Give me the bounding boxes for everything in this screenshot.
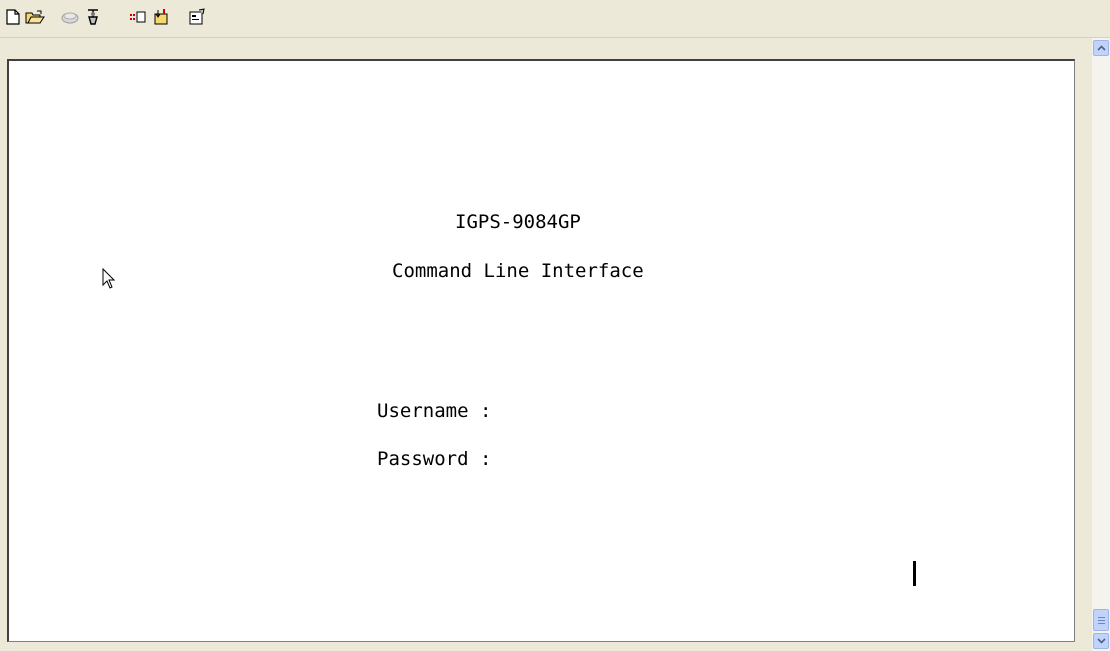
- scroll-up-button[interactable]: [1093, 40, 1109, 56]
- text-cursor: [913, 561, 916, 586]
- chevron-up-icon: [1096, 45, 1106, 51]
- disconnect-icon[interactable]: [59, 6, 81, 28]
- send-icon[interactable]: [127, 6, 149, 28]
- chevron-down-icon: [1096, 638, 1106, 644]
- mouse-pointer-icon: [102, 267, 116, 294]
- properties-icon[interactable]: [186, 6, 208, 28]
- new-document-icon[interactable]: [2, 6, 24, 28]
- scroll-thumb[interactable]: [1093, 609, 1109, 631]
- toolbar: [0, 0, 1110, 38]
- terminal-window[interactable]: IGPS-9084GP Command Line Interface Usern…: [7, 59, 1075, 642]
- cli-subtitle-text: Command Line Interface: [392, 260, 644, 282]
- receive-icon[interactable]: [151, 6, 173, 28]
- username-prompt: Username :: [377, 400, 492, 422]
- scroll-down-button[interactable]: [1093, 633, 1109, 649]
- call-icon[interactable]: [82, 6, 104, 28]
- device-name-text: IGPS-9084GP: [455, 211, 581, 233]
- open-folder-icon[interactable]: [24, 6, 46, 28]
- password-prompt: Password :: [377, 448, 492, 470]
- toolbar-separator: [0, 37, 1110, 38]
- vertical-scrollbar[interactable]: [1092, 38, 1110, 651]
